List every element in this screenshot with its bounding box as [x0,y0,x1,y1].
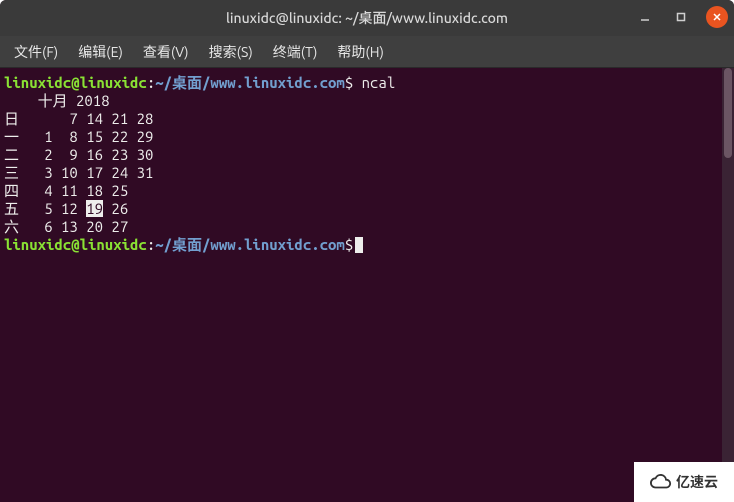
minimize-icon [640,12,650,22]
prompt-host: linuxidc [80,74,147,91]
titlebar: linuxidc@linuxidc: ~/桌面/www.linuxidc.com [0,0,734,36]
close-button[interactable] [706,6,728,28]
watermark: 亿速云 [634,462,734,502]
terminal-window: linuxidc@linuxidc: ~/桌面/www.linuxidc.com… [0,0,734,502]
cloud-icon [650,471,672,493]
maximize-icon [676,12,686,22]
day-cells: 7 14 21 28 [19,110,153,127]
prompt-dollar: $ [345,74,353,91]
prompt-user: linuxidc [4,74,71,91]
terminal-body[interactable]: linuxidc@linuxidc:~/桌面/www.linuxidc.com$… [0,68,734,502]
prompt-colon: : [147,236,155,253]
menubar: 文件(F) 编辑(E) 查看(V) 搜索(S) 终端(T) 帮助(H) [0,36,734,68]
menu-help[interactable]: 帮助(H) [329,38,392,66]
calendar-row-sun: 日 7 14 21 28 [4,110,730,128]
minimize-button[interactable] [634,6,656,28]
prompt-path: ~/桌面/www.linuxidc.com [155,236,345,253]
prompt-colon: : [147,74,155,91]
scrollbar[interactable] [722,68,734,502]
day-label: 三 [4,164,19,181]
day-after: 26 [103,200,128,217]
prompt-line-2: linuxidc@linuxidc:~/桌面/www.linuxidc.com$ [4,236,730,254]
day-cells: 2 9 16 23 30 [19,146,153,163]
window-title: linuxidc@linuxidc: ~/桌面/www.linuxidc.com [0,8,734,28]
calendar-row-mon: 一 1 8 15 22 29 [4,128,730,146]
calendar-row-wed: 三 3 10 17 24 31 [4,164,730,182]
day-label: 日 [4,110,19,127]
prompt-dollar: $ [345,236,353,253]
command-text: ncal [353,74,395,91]
today-highlight: 19 [86,200,103,217]
menu-search[interactable]: 搜索(S) [201,38,261,66]
prompt-at: @ [71,74,79,91]
day-before: 5 12 [19,200,86,217]
maximize-button[interactable] [670,6,692,28]
scrollbar-thumb[interactable] [724,68,732,158]
prompt-host: linuxidc [80,236,147,253]
watermark-text: 亿速云 [676,472,718,492]
menu-view[interactable]: 查看(V) [135,38,197,66]
day-label: 二 [4,146,19,163]
calendar-row-sat: 六 6 13 20 27 [4,218,730,236]
calendar-row-tue: 二 2 9 16 23 30 [4,146,730,164]
prompt-path: ~/桌面/www.linuxidc.com [155,74,345,91]
day-cells: 1 8 15 22 29 [19,128,153,145]
prompt-line-1: linuxidc@linuxidc:~/桌面/www.linuxidc.com$… [4,74,730,92]
day-label: 五 [4,200,19,217]
menu-file[interactable]: 文件(F) [6,38,66,66]
calendar-header: 十月 2018 [4,92,730,110]
day-label: 一 [4,128,19,145]
calendar-row-fri: 五 5 12 19 26 [4,200,730,218]
day-cells: 4 11 18 25 [19,182,128,199]
close-icon [712,12,722,22]
day-cells: 6 13 20 27 [19,218,128,235]
calendar-row-thu: 四 4 11 18 25 [4,182,730,200]
cursor-block [355,237,363,253]
menu-terminal[interactable]: 终端(T) [265,38,326,66]
prompt-user: linuxidc [4,236,71,253]
menu-edit[interactable]: 编辑(E) [70,38,131,66]
day-cells: 3 10 17 24 31 [19,164,153,181]
day-label: 六 [4,218,19,235]
day-label: 四 [4,182,19,199]
prompt-at: @ [71,236,79,253]
window-controls [634,6,728,28]
